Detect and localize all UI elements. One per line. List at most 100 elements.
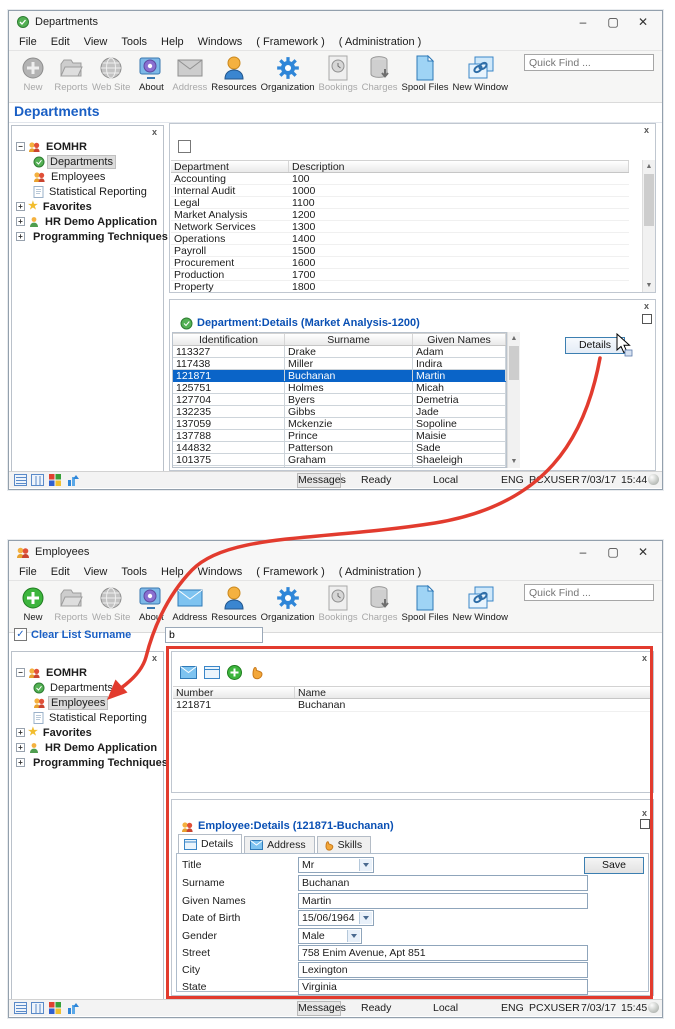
title-bar[interactable]: Departments – ▢ ✕ (9, 11, 662, 33)
title-bar[interactable]: Employees – ▢ ✕ (9, 541, 662, 563)
table-row[interactable]: 144832 Patterson Sade (173, 442, 506, 454)
tree-item-favorites[interactable]: + ★ Favorites (12, 725, 163, 740)
table-row[interactable]: 113521HollandJan (173, 466, 506, 467)
close-button[interactable]: ✕ (628, 542, 658, 562)
toolbar-new-button[interactable]: New (14, 54, 52, 93)
scrollbar-thumb[interactable] (509, 346, 519, 380)
layout-columns-icon[interactable] (31, 474, 44, 486)
column-header-given-names[interactable]: Given Names (413, 334, 506, 345)
quick-find-input[interactable] (524, 584, 654, 601)
toolbar-spoolfiles-button[interactable]: Spool Files (400, 584, 451, 623)
panel-close-icon[interactable]: x (639, 653, 650, 664)
hand-icon[interactable] (249, 665, 263, 680)
minimize-button[interactable]: – (568, 542, 598, 562)
column-header-identification[interactable]: Identification (173, 334, 285, 345)
toolbar-spoolfiles-button[interactable]: Spool Files (400, 54, 451, 93)
messages-button[interactable]: Messages (297, 1001, 346, 1016)
close-button[interactable]: ✕ (628, 12, 658, 32)
maximize-button[interactable]: ▢ (598, 12, 628, 32)
toolbar-organization-button[interactable]: Organization (259, 54, 317, 93)
tree-item-employees[interactable]: Employees (12, 169, 163, 184)
chevron-down-icon[interactable] (359, 912, 372, 924)
layout-columns-icon[interactable] (31, 1002, 44, 1014)
panel-close-icon[interactable]: x (641, 301, 652, 312)
scrollbar-thumb[interactable] (644, 174, 654, 226)
menu-administration[interactable]: ( Administration ) (332, 36, 429, 48)
column-header-description[interactable]: Description (289, 161, 629, 172)
chevron-down-icon[interactable] (359, 859, 372, 871)
menu-framework[interactable]: ( Framework ) (249, 36, 331, 48)
table-row[interactable]: 137788 Prince Maisie (173, 430, 506, 442)
expand-icon[interactable]: + (16, 728, 25, 737)
tab-address[interactable]: Address (244, 836, 315, 853)
tree-item-hr-demo-application[interactable]: + HR Demo Application (12, 214, 163, 229)
list-checkbox[interactable] (178, 140, 191, 153)
table-row[interactable]: Internal Audit 1000 (171, 185, 629, 197)
menu-edit[interactable]: Edit (44, 36, 77, 48)
table-row[interactable]: 121871 Buchanan (173, 699, 652, 712)
table-row[interactable]: 117438 Miller Indira (173, 358, 506, 370)
vertical-scrollbar[interactable]: ▲ ▼ (507, 332, 520, 468)
toolbar-bookings-button[interactable]: Bookings (317, 54, 360, 93)
state-field[interactable]: Virginia (298, 979, 588, 995)
sort-chart-icon[interactable] (67, 1002, 80, 1014)
column-header-number[interactable]: Number (173, 687, 295, 698)
tree-item-favorites[interactable]: + ★ Favorites (12, 199, 163, 214)
tree-item-departments[interactable]: Departments (12, 680, 163, 695)
menu-tools[interactable]: Tools (114, 36, 154, 48)
date-of-birth-select[interactable]: 15/06/1964 (298, 910, 374, 926)
table-row[interactable]: 113327 Drake Adam (173, 346, 506, 358)
panel-maximize-icon[interactable] (642, 314, 652, 324)
color-grid-icon[interactable] (49, 1002, 62, 1014)
expand-icon[interactable]: + (16, 743, 25, 752)
menu-help[interactable]: Help (154, 36, 191, 48)
street-field[interactable]: 758 Enim Avenue, Apt 851 (298, 945, 588, 961)
toolbar-reports-button[interactable]: Reports (52, 54, 90, 93)
toolbar-newwindow-button[interactable]: New Window (451, 584, 510, 623)
menu-file[interactable]: File (12, 36, 44, 48)
table-row[interactable]: Accounting 100 (171, 173, 629, 185)
panel-close-icon[interactable]: x (149, 127, 160, 138)
expand-icon[interactable]: + (16, 758, 25, 767)
messages-button[interactable]: Messages (297, 473, 346, 488)
collapse-icon[interactable]: − (16, 668, 25, 677)
panel-maximize-icon[interactable] (640, 819, 650, 829)
toolbar-organization-button[interactable]: Organization (259, 584, 317, 623)
window-icon[interactable] (204, 666, 220, 679)
clear-list-checkbox[interactable]: ✓ (14, 628, 27, 641)
tree-item-eomhr[interactable]: − EOMHR (12, 139, 163, 154)
menu-tools[interactable]: Tools (114, 566, 154, 578)
table-row[interactable]: 137059 Mckenzie Sopoline (173, 418, 506, 430)
sort-chart-icon[interactable] (67, 474, 80, 486)
scroll-down-icon[interactable]: ▼ (508, 455, 520, 468)
menu-windows[interactable]: Windows (191, 566, 250, 578)
quick-find-input[interactable] (524, 54, 654, 71)
toolbar-about-button[interactable]: About (132, 584, 170, 623)
save-button[interactable]: Save (584, 857, 644, 874)
tab-details[interactable]: Details (178, 834, 243, 853)
toolbar-new-button[interactable]: New (14, 584, 52, 623)
layout-list-icon[interactable] (14, 474, 27, 486)
menu-help[interactable]: Help (154, 566, 191, 578)
surname-filter-input[interactable] (165, 627, 263, 643)
toolbar-address-button[interactable]: Address (170, 584, 209, 623)
table-row-selected[interactable]: 121871 Buchanan Martin (173, 370, 506, 382)
tree-item-statistical-reporting[interactable]: Statistical Reporting (12, 710, 163, 725)
minimize-button[interactable]: – (568, 12, 598, 32)
tree-item-departments[interactable]: Departments (12, 154, 163, 169)
tree-item-statistical-reporting[interactable]: Statistical Reporting (12, 184, 163, 199)
add-icon[interactable] (227, 665, 242, 680)
toolbar-newwindow-button[interactable]: New Window (451, 54, 510, 93)
chevron-down-icon[interactable] (347, 930, 360, 942)
panel-close-icon[interactable]: x (149, 653, 160, 664)
table-row[interactable]: Legal 1100 (171, 197, 629, 209)
table-row[interactable]: Network Services 1300 (171, 221, 629, 233)
tree-item-hr-demo-application[interactable]: + HR Demo Application (12, 740, 163, 755)
tab-skills[interactable]: Skills (316, 836, 372, 853)
toolbar-charges-button[interactable]: Charges (360, 54, 400, 93)
scroll-up-icon[interactable]: ▲ (643, 160, 655, 173)
table-row[interactable]: Production 1700 (171, 269, 629, 281)
toolbar-resources-button[interactable]: Resources (209, 54, 258, 93)
toolbar-resources-button[interactable]: Resources (209, 584, 258, 623)
title-select[interactable]: Mr (298, 857, 374, 873)
